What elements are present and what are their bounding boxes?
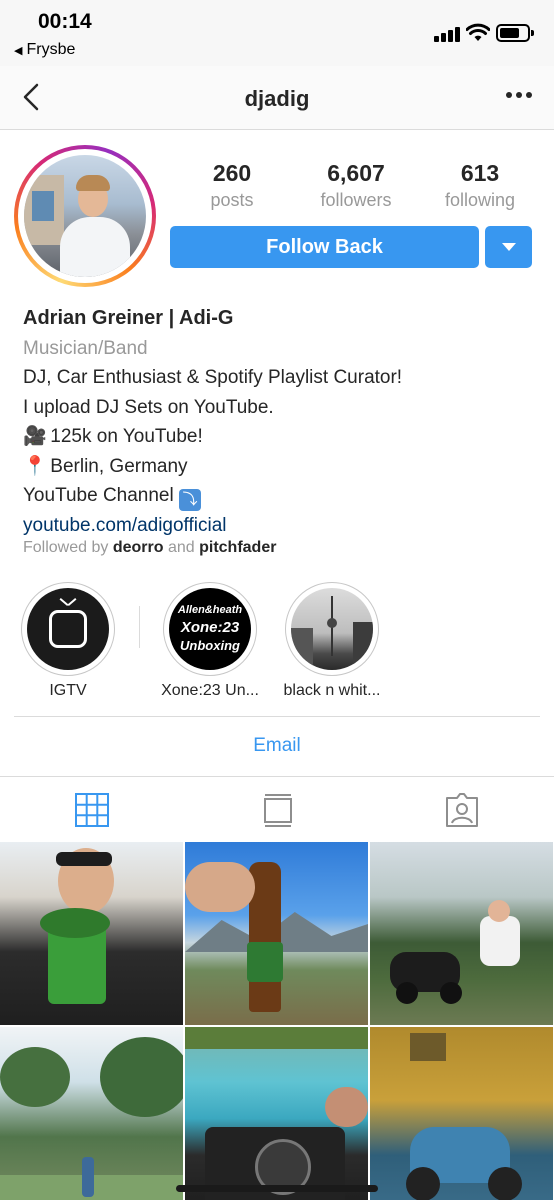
profile-avatar[interactable] — [14, 145, 156, 287]
stat-value: 613 — [460, 160, 500, 186]
stat-label: following — [444, 190, 516, 210]
profile-stats: 260 posts 6,607 followers 613 following — [170, 160, 542, 211]
stat-followers[interactable]: 6,607 followers — [294, 160, 418, 211]
video-camera-icon: 🎥 — [23, 426, 47, 447]
highlight-label: Xone:23 Un... — [161, 682, 259, 699]
bio-line: I upload DJ Sets on YouTube. — [23, 396, 274, 418]
stat-label: followers — [320, 190, 392, 210]
bio-line: YouTube Channel ⤵ — [23, 481, 543, 511]
follow-back-button[interactable]: Follow Back — [170, 226, 479, 268]
highlight-black-n-white[interactable]: black n whit... — [280, 582, 384, 700]
post-thumbnail[interactable] — [0, 842, 183, 1025]
tagged-icon[interactable] — [444, 792, 480, 828]
post-thumbnail[interactable] — [370, 842, 553, 1025]
stat-following[interactable]: 613 following — [418, 160, 542, 211]
bio-line: DJ, Car Enthusiast & Spotify Playlist Cu… — [23, 367, 403, 388]
navigation-bar: djadig — [0, 66, 554, 130]
highlight-igtv[interactable]: IGTV — [16, 582, 120, 700]
highlight-cover: Allen&heath Xone:23 Unboxing — [169, 588, 251, 670]
back-triangle-icon: ◀ — [14, 45, 23, 57]
suggested-accounts-dropdown-button[interactable] — [485, 226, 532, 268]
stat-label: posts — [210, 190, 254, 210]
home-indicator[interactable] — [176, 1185, 378, 1192]
battery-icon — [496, 24, 534, 42]
post-thumbnail[interactable] — [0, 1027, 183, 1200]
igtv-icon — [27, 588, 109, 670]
followed-by-text[interactable]: Followed by deorro and pitchfader — [23, 539, 276, 557]
bio-line: 📍 Berlin, Germany — [23, 452, 543, 482]
stat-value: 6,607 — [327, 160, 385, 186]
location-pin-icon: 📍 — [23, 455, 47, 477]
grid-icon[interactable] — [74, 792, 110, 828]
profile-category: Musician/Band — [23, 337, 148, 359]
stat-posts[interactable]: 260 posts — [170, 160, 294, 211]
profile-username-title: djadig — [244, 86, 310, 111]
divider — [0, 776, 554, 777]
arrow-down-right-icon: ⤵ — [179, 489, 202, 511]
feed-icon[interactable] — [260, 792, 296, 828]
stat-value: 260 — [212, 160, 252, 186]
status-time: 00:14 — [38, 10, 92, 33]
status-bar: 00:14 ◀ Frysbe — [0, 0, 554, 66]
post-thumbnail[interactable] — [185, 1027, 368, 1200]
cellular-signal-icon — [434, 26, 464, 42]
highlight-label: IGTV — [49, 682, 87, 699]
avatar-photo — [24, 155, 146, 277]
highlight-label: black n whit... — [283, 682, 381, 699]
more-options-icon[interactable] — [506, 92, 532, 98]
wifi-icon — [466, 23, 490, 41]
post-thumbnail[interactable] — [370, 1027, 553, 1200]
back-to-app-link[interactable]: ◀ Frysbe — [14, 41, 75, 59]
profile-tabs — [0, 784, 554, 836]
highlight-cover — [291, 588, 373, 670]
profile-bio: Adrian Greiner | Adi-G Musician/Band DJ,… — [23, 304, 543, 541]
back-app-label: Frysbe — [26, 41, 76, 58]
highlight-xone23[interactable]: Allen&heath Xone:23 Unboxing Xone:23 Un.… — [158, 582, 262, 700]
divider — [14, 716, 540, 717]
profile-full-name: Adrian Greiner | Adi-G — [23, 307, 234, 329]
highlight-divider — [139, 606, 140, 648]
post-thumbnail[interactable] — [185, 842, 368, 1025]
email-button[interactable]: Email — [0, 735, 554, 757]
caret-down-icon — [502, 243, 516, 251]
bio-line: 🎥 125k on YouTube! — [23, 422, 543, 452]
profile-website-link[interactable]: youtube.com/adigofficial — [23, 511, 543, 541]
